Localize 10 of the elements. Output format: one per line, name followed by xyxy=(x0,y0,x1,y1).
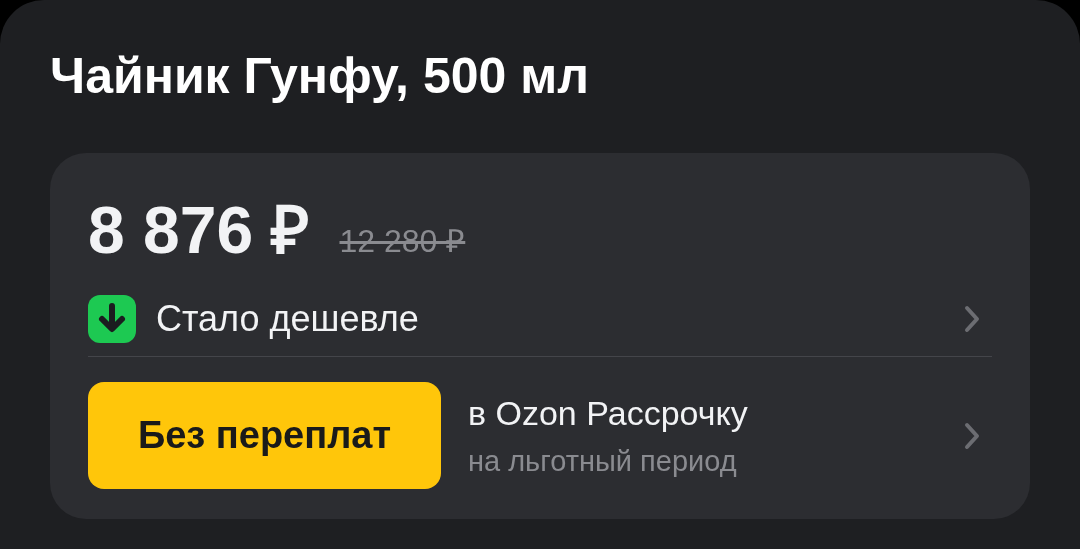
price-drop-row[interactable]: Стало дешевле xyxy=(88,293,992,357)
installment-button[interactable]: Без переплат xyxy=(88,382,441,489)
chevron-right-icon xyxy=(964,304,980,333)
product-title: Чайник Гунфу, 500 мл xyxy=(50,47,590,106)
installment-subtitle: на льготный период xyxy=(468,443,738,479)
installment-title: в Ozon Рассрочку xyxy=(468,392,749,433)
notice-label: Стало дешевле xyxy=(156,296,420,341)
current-price: 8 876 ₽ xyxy=(88,195,310,265)
chevron-right-icon xyxy=(964,421,980,450)
old-price: 12 280 ₽ xyxy=(339,222,466,261)
